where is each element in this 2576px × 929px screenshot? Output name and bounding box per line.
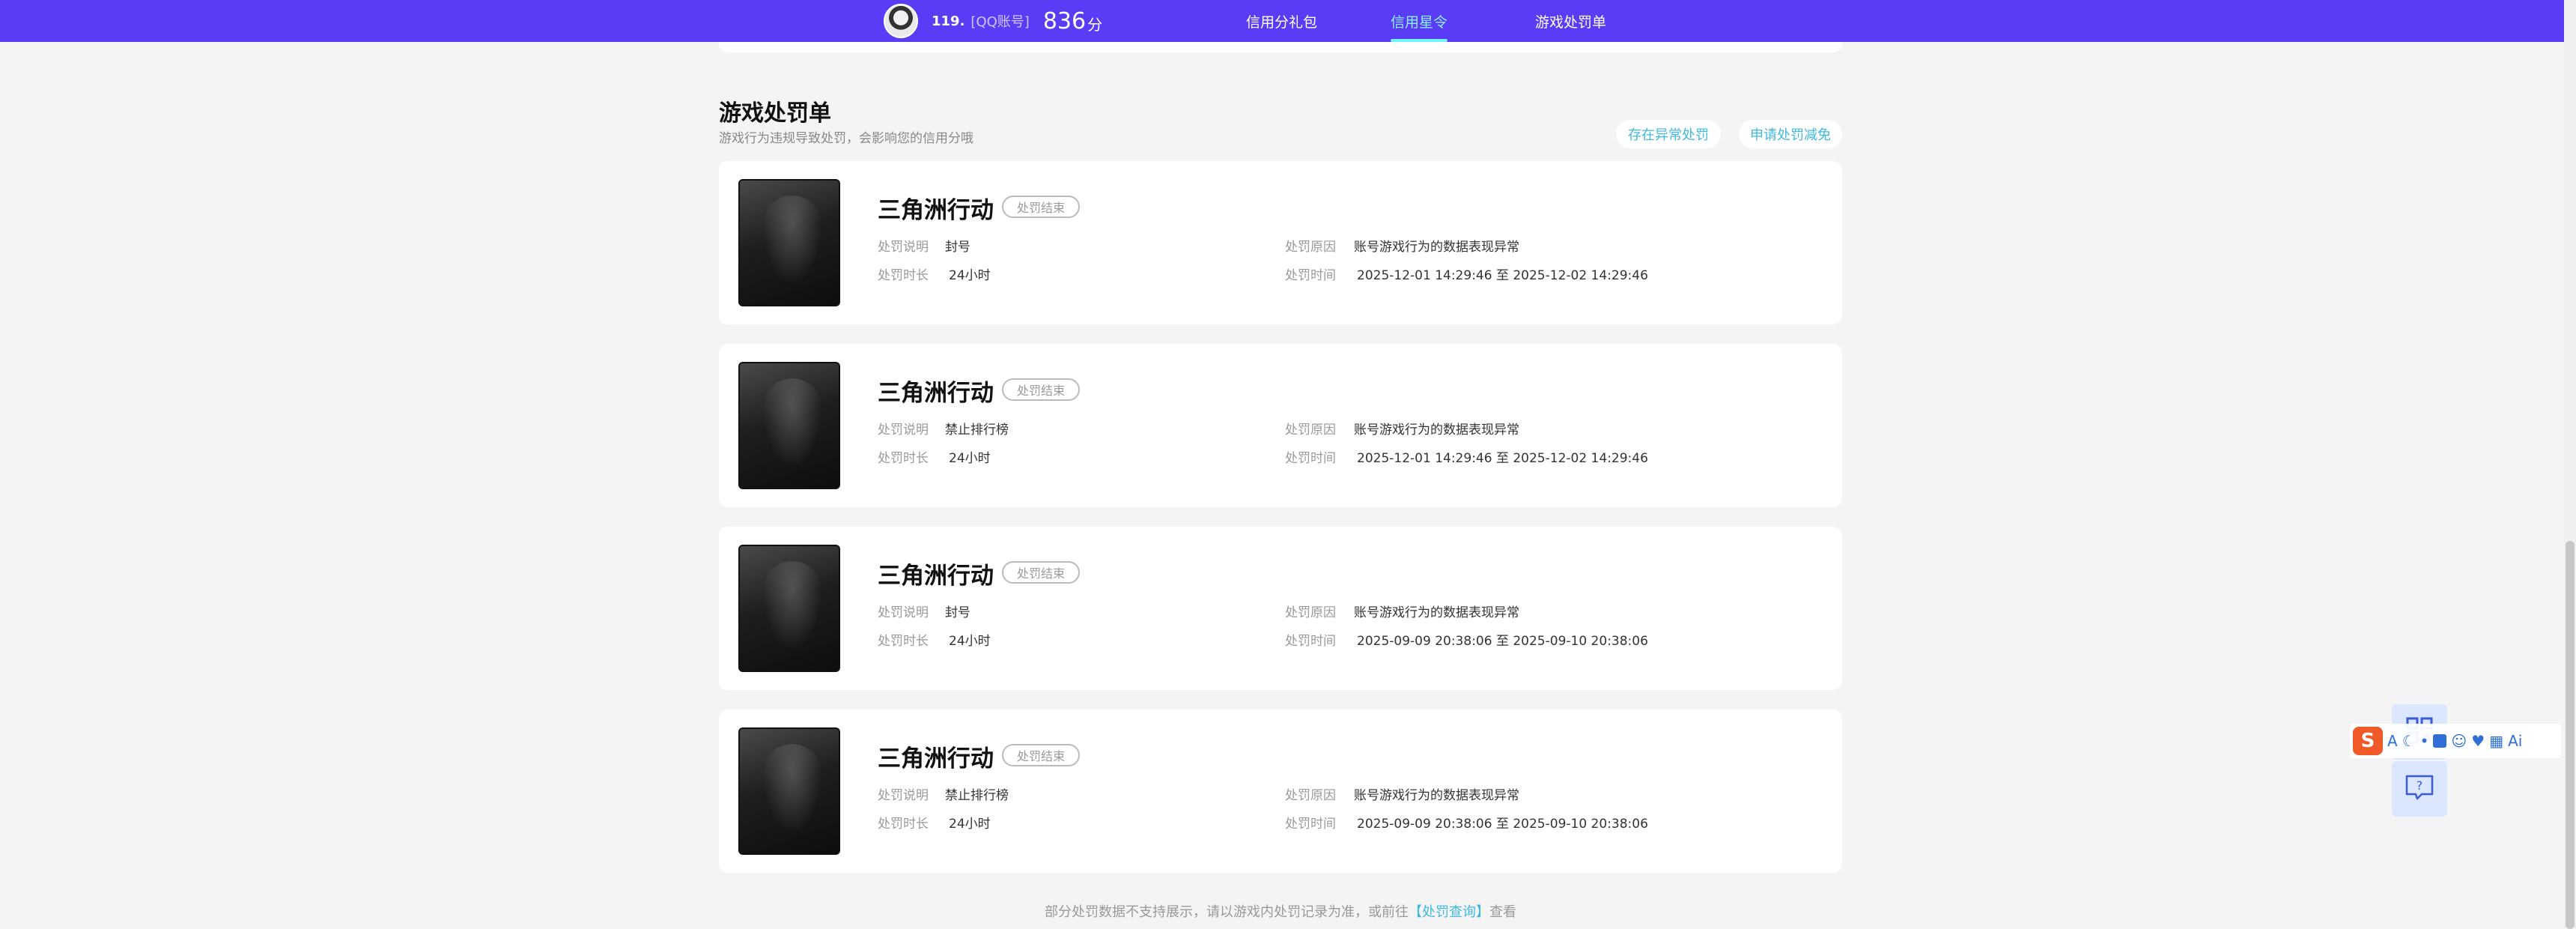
time-label: 处罚时间 (1285, 268, 1336, 283)
nav-game-penalty[interactable]: 游戏处罚单 (1535, 0, 1606, 42)
penalty-card: 三角洲行动 处罚结束 处罚说明 禁止排行榜 处罚时长 24小时 处罚原因 账号游… (719, 344, 1842, 507)
penalty-query-link[interactable]: 【处罚查询】 (1409, 904, 1489, 920)
game-name: 三角洲行动 (878, 563, 994, 590)
ime-user-icon[interactable]: ☺ (2451, 732, 2467, 750)
user-name: 119. (932, 13, 965, 29)
desc-value: 封号 (945, 240, 970, 255)
reason-label: 处罚原因 (1285, 605, 1336, 620)
penalty-card: 三角洲行动 处罚结束 处罚说明 封号 处罚时长 24小时 处罚原因 账号游戏行为… (719, 527, 1842, 690)
ime-punctuation-icon[interactable]: • (2420, 732, 2429, 750)
footer-note: 部分处罚数据不支持展示，请以游戏内处罚记录为准，或前往【处罚查询】查看 (0, 901, 2561, 921)
status-badge: 处罚结束 (1002, 378, 1081, 401)
ime-toolbar: S A ☾ • ☺ ♥ ▦ Ai (2350, 724, 2561, 758)
credit-score-unit: 分 (1087, 15, 1103, 34)
desc-label: 处罚说明 (878, 240, 929, 255)
reason-value: 账号游戏行为的数据表现异常 (1354, 240, 1519, 255)
footer-prefix: 部分处罚数据不支持展示，请以游戏内处罚记录为准，或前往 (1045, 904, 1409, 920)
desc-label: 处罚说明 (878, 605, 929, 620)
avatar[interactable] (884, 4, 918, 38)
ime-grid-icon[interactable]: ▦ (2489, 732, 2503, 750)
footer-suffix: 查看 (1489, 904, 1516, 920)
duration-label: 处罚时长 (878, 817, 929, 832)
reason-label: 处罚原因 (1285, 788, 1336, 803)
time-label: 处罚时间 (1285, 451, 1336, 466)
duration-label: 处罚时长 (878, 451, 929, 466)
duration-label: 处罚时长 (878, 634, 929, 649)
duration-value: 24小时 (949, 817, 991, 832)
penalty-card: 三角洲行动 处罚结束 处罚说明 封号 处罚时长 24小时 处罚原因 账号游戏行为… (719, 161, 1842, 324)
game-name: 三角洲行动 (878, 380, 994, 407)
scrollbar-thumb[interactable] (2566, 541, 2575, 929)
help-button[interactable]: ? (2392, 761, 2447, 817)
ime-keyboard-icon[interactable] (2433, 734, 2447, 748)
nav-credit-star[interactable]: 信用星令 (1391, 0, 1448, 42)
ime-moon-icon[interactable]: ☾ (2402, 732, 2416, 750)
duration-value: 24小时 (949, 451, 991, 466)
reason-label: 处罚原因 (1285, 423, 1336, 438)
duration-value: 24小时 (949, 634, 991, 649)
game-name: 三角洲行动 (878, 197, 994, 224)
game-thumbnail (738, 545, 840, 672)
reason-label: 处罚原因 (1285, 240, 1336, 255)
credit-score: 836 (1042, 7, 1087, 34)
ime-language-toggle[interactable]: A (2387, 732, 2398, 750)
desc-label: 处罚说明 (878, 423, 929, 438)
game-thumbnail (738, 179, 840, 306)
status-badge: 处罚结束 (1002, 561, 1081, 584)
time-value: 2025-09-09 20:38:06 至 2025-09-10 20:38:0… (1357, 817, 1648, 832)
apply-reduction-button[interactable]: 申请处罚减免 (1739, 120, 1842, 148)
time-label: 处罚时间 (1285, 817, 1336, 832)
ime-logo-icon[interactable]: S (2353, 727, 2383, 755)
ime-skin-icon[interactable]: ♥ (2471, 732, 2485, 750)
status-badge: 处罚结束 (1002, 196, 1081, 218)
reason-value: 账号游戏行为的数据表现异常 (1354, 423, 1519, 438)
user-info: 119. [QQ账号] 836 分 (884, 3, 1102, 39)
time-value: 2025-12-01 14:29:46 至 2025-12-02 14:29:4… (1357, 268, 1648, 283)
time-value: 2025-12-01 14:29:46 至 2025-12-02 14:29:4… (1357, 451, 1648, 466)
abnormal-penalty-button[interactable]: 存在异常处罚 (1616, 120, 1721, 148)
game-thumbnail (738, 362, 840, 489)
game-name: 三角洲行动 (878, 745, 994, 772)
nav-credit-gift[interactable]: 信用分礼包 (1246, 0, 1317, 42)
duration-value: 24小时 (949, 268, 991, 283)
desc-value: 封号 (945, 605, 970, 620)
section-title: 游戏处罚单 (719, 100, 831, 127)
time-value: 2025-09-09 20:38:06 至 2025-09-10 20:38:0… (1357, 634, 1648, 649)
desc-value: 禁止排行榜 (945, 423, 1009, 438)
penalty-card: 三角洲行动 处罚结束 处罚说明 禁止排行榜 处罚时长 24小时 处罚原因 账号游… (719, 709, 1842, 873)
previous-card-edge (719, 42, 1842, 52)
game-thumbnail (738, 727, 840, 855)
account-type: [QQ账号] (970, 14, 1030, 30)
reason-value: 账号游戏行为的数据表现异常 (1354, 605, 1519, 620)
desc-label: 处罚说明 (878, 788, 929, 803)
ime-ai-button[interactable]: Ai (2508, 732, 2522, 750)
svg-text:?: ? (2416, 778, 2423, 793)
status-badge: 处罚结束 (1002, 744, 1081, 766)
top-bar: 119. [QQ账号] 836 分 信用分礼包 信用星令 游戏处罚单 (0, 0, 2576, 42)
desc-value: 禁止排行榜 (945, 788, 1009, 803)
section-subtitle: 游戏行为违规导致处罚，会影响您的信用分哦 (719, 131, 973, 146)
reason-value: 账号游戏行为的数据表现异常 (1354, 788, 1519, 803)
help-question-icon: ? (2404, 773, 2435, 805)
duration-label: 处罚时长 (878, 268, 929, 283)
time-label: 处罚时间 (1285, 634, 1336, 649)
